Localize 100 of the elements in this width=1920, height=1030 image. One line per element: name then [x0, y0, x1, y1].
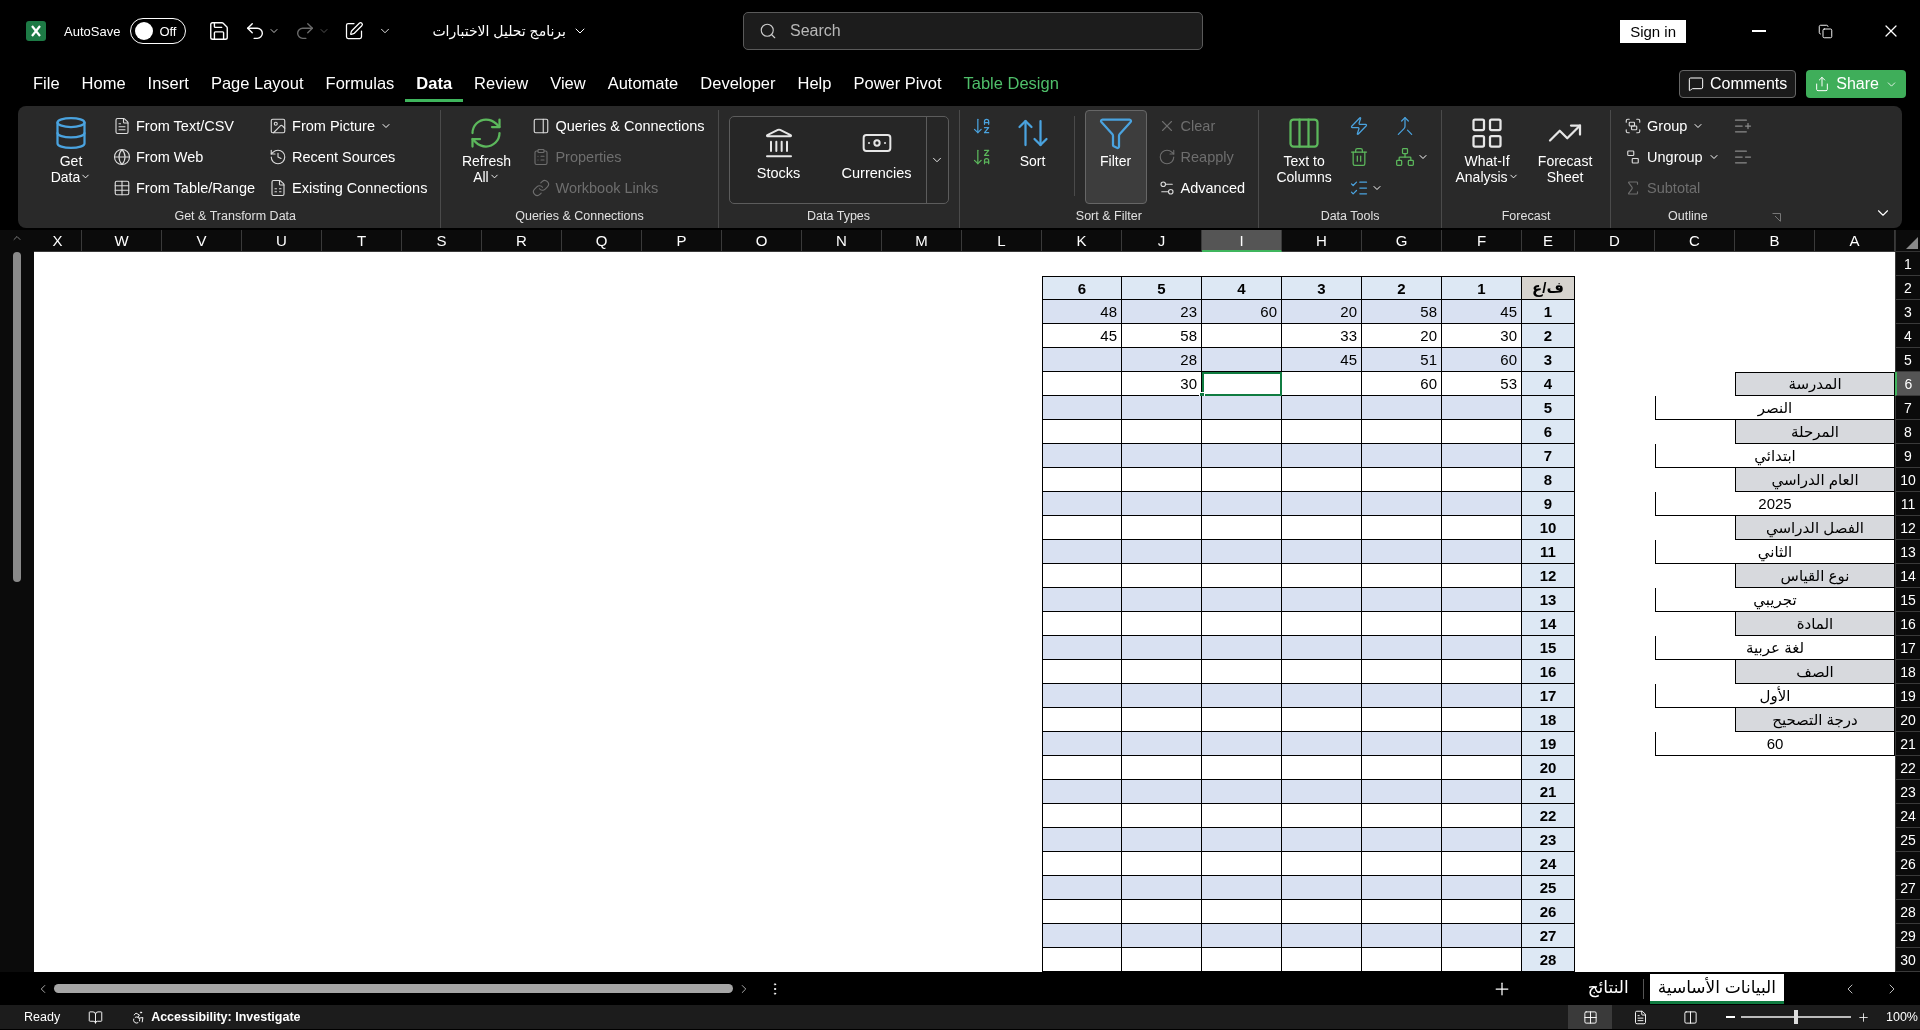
table-cell[interactable]: [1042, 612, 1122, 636]
table-cell[interactable]: 20: [1282, 300, 1362, 324]
menu-tab[interactable]: File: [22, 66, 71, 102]
column-header[interactable]: M: [882, 230, 962, 252]
ribbon-button[interactable]: From Table/Range: [110, 172, 259, 203]
table-cell[interactable]: [1122, 660, 1202, 684]
table-cell[interactable]: [1282, 756, 1362, 780]
table-cell[interactable]: [1362, 876, 1442, 900]
column-header[interactable]: A: [1815, 230, 1895, 252]
table-cell[interactable]: 60: [1362, 372, 1442, 396]
menu-tab[interactable]: Developer: [689, 66, 787, 102]
row-header[interactable]: 11: [1895, 492, 1920, 516]
table-cell[interactable]: [1362, 444, 1442, 468]
table-cell[interactable]: [1442, 420, 1522, 444]
table-cell[interactable]: [1362, 636, 1442, 660]
field-value-cell[interactable]: الأول: [1655, 684, 1895, 708]
table-cell[interactable]: [1202, 564, 1282, 588]
ribbon-button[interactable]: Sort: [1001, 110, 1064, 204]
column-header[interactable]: O: [722, 230, 802, 252]
row-header[interactable]: 7: [1895, 396, 1920, 420]
column-header[interactable]: T: [322, 230, 402, 252]
table-cell[interactable]: [1202, 636, 1282, 660]
table-cell[interactable]: [1282, 396, 1362, 420]
column-header[interactable]: J: [1122, 230, 1202, 252]
accessibility-status[interactable]: Accessibility: Investigate: [151, 1010, 301, 1024]
ribbon-button[interactable]: Queries & Connections: [529, 110, 708, 141]
table-cell[interactable]: 60: [1442, 348, 1522, 372]
table-cell[interactable]: [1042, 396, 1122, 420]
menu-tab[interactable]: Page Layout: [199, 66, 315, 102]
table-cell[interactable]: [1362, 900, 1442, 924]
row-header[interactable]: 9: [1895, 444, 1920, 468]
table-cell[interactable]: 48: [1042, 300, 1122, 324]
table-cell[interactable]: [1442, 564, 1522, 588]
table-cell[interactable]: [1202, 372, 1282, 396]
ribbon-button[interactable]: From Web: [110, 141, 259, 172]
table-cell[interactable]: [1362, 660, 1442, 684]
column-header[interactable]: L: [962, 230, 1042, 252]
table-cell[interactable]: [1442, 540, 1522, 564]
table-cell[interactable]: 20: [1362, 324, 1442, 348]
table-cell[interactable]: [1122, 828, 1202, 852]
table-cell[interactable]: [1362, 564, 1442, 588]
column-header[interactable]: U: [242, 230, 322, 252]
row-header[interactable]: 12: [1895, 516, 1920, 540]
table-cell[interactable]: [1282, 492, 1362, 516]
table-cell[interactable]: [1282, 852, 1362, 876]
table-cell[interactable]: [1282, 804, 1362, 828]
zoom-level[interactable]: 100%: [1886, 1010, 1918, 1024]
table-cell[interactable]: 28: [1122, 348, 1202, 372]
ribbon-button[interactable]: Recent Sources: [266, 141, 431, 172]
table-cell[interactable]: [1042, 492, 1122, 516]
column-header[interactable]: H: [1282, 230, 1362, 252]
table-cell[interactable]: [1362, 516, 1442, 540]
table-cell[interactable]: [1122, 444, 1202, 468]
row-header[interactable]: 19: [1895, 684, 1920, 708]
row-header[interactable]: 27: [1895, 876, 1920, 900]
table-cell[interactable]: [1442, 852, 1522, 876]
comments-button[interactable]: Comments: [1678, 70, 1797, 98]
row-header[interactable]: 1: [1895, 252, 1920, 276]
table-cell[interactable]: [1202, 396, 1282, 420]
table-cell[interactable]: [1442, 948, 1522, 972]
table-cell[interactable]: [1442, 660, 1522, 684]
table-cell[interactable]: [1122, 612, 1202, 636]
menu-tab[interactable]: View: [539, 66, 597, 102]
table-cell[interactable]: [1202, 948, 1282, 972]
table-cell[interactable]: [1282, 684, 1362, 708]
table-cell[interactable]: [1282, 924, 1362, 948]
table-cell[interactable]: [1042, 564, 1122, 588]
table-cell[interactable]: [1122, 876, 1202, 900]
table-cell[interactable]: [1362, 828, 1442, 852]
horizontal-scroll-thumb[interactable]: [54, 984, 733, 993]
table-cell[interactable]: 53: [1442, 372, 1522, 396]
table-cell[interactable]: [1362, 396, 1442, 420]
table-cell[interactable]: [1202, 900, 1282, 924]
table-cell[interactable]: [1362, 732, 1442, 756]
ribbon-button[interactable]: From Picture: [266, 110, 431, 141]
table-cell[interactable]: [1442, 804, 1522, 828]
table-cell[interactable]: [1442, 732, 1522, 756]
table-cell[interactable]: [1442, 924, 1522, 948]
menu-tab[interactable]: Formulas: [314, 66, 406, 102]
menu-tab[interactable]: Data: [405, 66, 464, 102]
table-cell[interactable]: [1202, 516, 1282, 540]
search-field[interactable]: Search: [743, 12, 1203, 50]
table-cell[interactable]: [1282, 732, 1362, 756]
table-cell[interactable]: [1362, 420, 1442, 444]
table-cell[interactable]: [1202, 876, 1282, 900]
table-cell[interactable]: [1362, 948, 1442, 972]
menu-tab[interactable]: Automate: [596, 66, 690, 102]
table-cell[interactable]: [1122, 756, 1202, 780]
ribbon-button[interactable]: From Text/CSV: [110, 110, 259, 141]
table-cell[interactable]: [1442, 708, 1522, 732]
table-cell[interactable]: [1042, 852, 1122, 876]
table-cell[interactable]: [1362, 780, 1442, 804]
field-value-cell[interactable]: ابتدائي: [1655, 444, 1895, 468]
row-header[interactable]: 17: [1895, 636, 1920, 660]
table-cell[interactable]: [1282, 636, 1362, 660]
column-header[interactable]: P: [642, 230, 722, 252]
ribbon-button[interactable]: Get Data: [40, 110, 102, 204]
table-cell[interactable]: [1282, 420, 1362, 444]
field-value-cell[interactable]: 2025: [1655, 492, 1895, 516]
table-cell[interactable]: [1362, 804, 1442, 828]
